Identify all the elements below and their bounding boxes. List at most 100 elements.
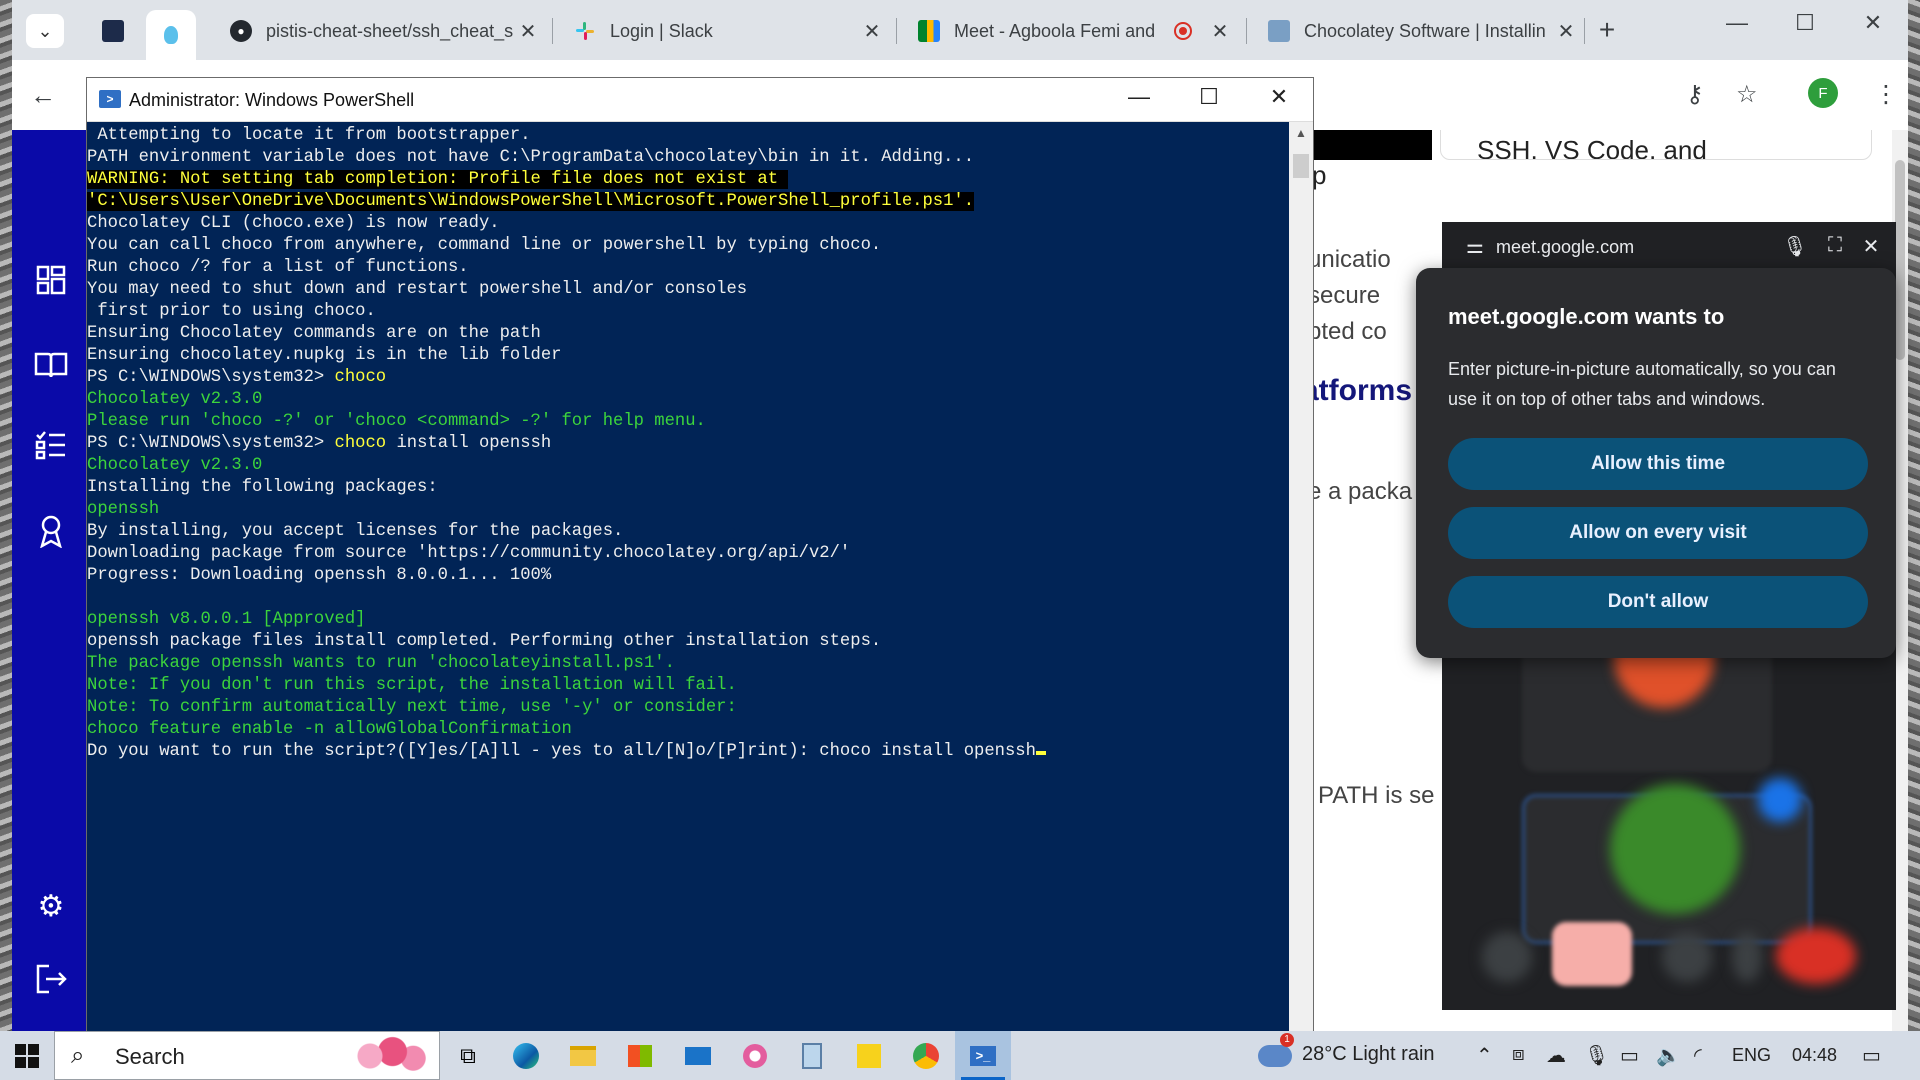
console-line: Installing the following packages: [87, 478, 438, 497]
console-line: Downloading package from source 'https:/… [87, 544, 851, 563]
bookmark-star-icon[interactable]: ☆ [1736, 80, 1758, 109]
minimize-button[interactable]: — [1109, 84, 1169, 110]
page-article-card[interactable]: SSH, VS Code, and [1440, 130, 1872, 160]
book-icon[interactable] [34, 350, 68, 384]
console-line: Chocolatey v2.3.0 [87, 456, 263, 475]
tab-divider [1584, 18, 1585, 44]
console-line: Chocolatey CLI (choco.exe) is now ready. [87, 214, 500, 233]
notepad-icon[interactable] [784, 1031, 840, 1080]
pinned-tab-1[interactable] [88, 10, 138, 52]
minimize-button[interactable]: — [1712, 10, 1762, 36]
console-line: openssh [87, 500, 160, 519]
chevron-down-icon: ⌄ [37, 20, 53, 41]
page-text-snippet: pted co [1308, 318, 1387, 345]
command-name: choco [334, 434, 387, 453]
tab-github[interactable]: ● pistis-cheat-sheet/ssh_cheat_s ✕ [216, 10, 542, 52]
powershell-icon: > [99, 90, 121, 108]
window-title: Administrator: Windows PowerShell [129, 90, 415, 110]
end-call-icon[interactable] [1776, 928, 1856, 984]
maximize-button[interactable]: ☐ [1780, 10, 1830, 36]
console-scrollbar[interactable]: ▲ [1289, 122, 1313, 1032]
microphone-icon[interactable]: 🎙 [1780, 234, 1810, 259]
maximize-button[interactable]: ☐ [1179, 84, 1239, 110]
console-line: Attempting to locate it from bootstrappe… [87, 126, 531, 145]
close-icon[interactable]: ✕ [1856, 234, 1886, 259]
start-button[interactable] [0, 1031, 54, 1080]
search-highlight-illustration [343, 1034, 433, 1078]
pinned-tab-active[interactable] [146, 10, 196, 60]
console-line: 'C:\Users\User\OneDrive\Documents\Window… [87, 191, 1289, 213]
site-settings-icon[interactable]: ⚌ [1460, 234, 1490, 259]
volume-icon[interactable]: 🔈 [1656, 1043, 1681, 1068]
edge-browser-icon[interactable] [498, 1031, 554, 1080]
tab-close-icon[interactable]: ✕ [1552, 19, 1580, 44]
tab-chocolatey[interactable]: Chocolatey Software | Installin ✕ [1254, 10, 1580, 52]
powershell-taskbar-icon[interactable]: >_ [955, 1031, 1011, 1080]
page-text-snippet: secure [1308, 282, 1381, 309]
tab-meet[interactable]: Meet - Agboola Femi and ✕ [904, 10, 1234, 52]
speaking-indicator [1758, 778, 1802, 822]
mic-toggle-icon[interactable] [1482, 932, 1532, 982]
console-line: You may need to shut down and restart po… [87, 280, 748, 299]
battery-icon[interactable]: ▭ [1620, 1043, 1639, 1068]
taskbar-search-box[interactable]: ⌕ Search [54, 1031, 440, 1080]
raise-hand-icon[interactable] [1662, 932, 1712, 982]
tab-close-icon[interactable]: ✕ [514, 19, 542, 44]
allow-this-time-button[interactable]: Allow this time [1448, 438, 1868, 490]
tab-title: pistis-cheat-sheet/ssh_cheat_s [266, 20, 514, 41]
scrollbar-thumb[interactable] [1895, 160, 1905, 360]
award-ribbon-icon[interactable] [34, 514, 68, 549]
microphone-in-use-icon[interactable]: 🎙 [1584, 1043, 1609, 1068]
notifications-icon[interactable]: ▭ [1862, 1043, 1881, 1068]
desktop-wallpaper-left [0, 0, 12, 1031]
show-hidden-icons-icon[interactable]: ⌃ [1476, 1043, 1493, 1068]
allow-every-visit-button[interactable]: Allow on every visit [1448, 507, 1868, 559]
itunes-icon[interactable] [727, 1031, 783, 1080]
language-indicator[interactable]: ENG [1732, 1045, 1771, 1066]
console-line: choco feature enable -n allowGlobalConfi… [87, 720, 572, 739]
dashboard-icon[interactable] [34, 264, 68, 298]
task-view-icon[interactable]: ⧉ [440, 1031, 496, 1080]
chocolatey-icon [1268, 20, 1290, 42]
page-text-snippet: p [1312, 160, 1327, 190]
checklist-icon[interactable] [34, 430, 68, 464]
tab-title: Login | Slack [610, 20, 713, 41]
meet-now-icon[interactable]: ⧈ [1512, 1043, 1525, 1066]
close-window-button[interactable]: ✕ [1848, 10, 1898, 36]
dont-allow-button[interactable]: Don't allow [1448, 576, 1868, 628]
powershell-titlebar[interactable]: > Administrator: Windows PowerShell — ☐ … [87, 78, 1313, 122]
tab-search-dropdown[interactable]: ⌄ [26, 14, 64, 48]
password-key-icon[interactable]: ⚷ [1686, 80, 1704, 109]
back-arrow-icon[interactable]: ← [30, 80, 56, 111]
tab-close-icon[interactable]: ✕ [1206, 19, 1234, 44]
settings-gear-icon[interactable]: ⚙ [34, 890, 68, 924]
file-explorer-icon[interactable] [555, 1031, 611, 1080]
tab-slack[interactable]: Login | Slack ✕ [560, 10, 886, 52]
more-menu-icon[interactable]: ⋮ [1874, 80, 1898, 109]
scrollbar-thumb[interactable] [1293, 154, 1309, 178]
new-tab-button[interactable]: + [1590, 14, 1624, 46]
mail-icon[interactable] [670, 1031, 726, 1080]
tab-divider [896, 18, 897, 44]
pip-host: meet.google.com [1496, 237, 1635, 257]
onedrive-icon[interactable]: ☁ [1546, 1043, 1566, 1068]
tab-strip: ⌄ ● pistis-cheat-sheet/ssh_cheat_s ✕ Log… [12, 0, 1908, 60]
chrome-icon[interactable] [898, 1031, 954, 1080]
profile-avatar[interactable]: F [1808, 78, 1838, 108]
logout-icon[interactable] [34, 964, 68, 998]
clock[interactable]: 04:48 [1792, 1045, 1837, 1066]
close-button[interactable]: ✕ [1249, 84, 1309, 110]
powershell-window[interactable]: > Administrator: Windows PowerShell — ☐ … [86, 77, 1314, 1033]
sticky-notes-icon[interactable] [841, 1031, 897, 1080]
more-options-icon[interactable] [1732, 932, 1762, 982]
camera-toggle-icon[interactable] [1552, 922, 1632, 986]
back-to-tab-icon[interactable]: ⛶ [1820, 234, 1850, 257]
scroll-up-arrow-icon[interactable]: ▲ [1289, 126, 1313, 140]
microsoft-store-icon[interactable] [612, 1031, 668, 1080]
weather-text[interactable]: 28°C Light rain [1302, 1043, 1435, 1066]
wifi-icon[interactable]: ◜ [1694, 1043, 1702, 1068]
search-placeholder: Search [115, 1044, 185, 1069]
console-output[interactable]: Attempting to locate it from bootstrappe… [87, 122, 1289, 1032]
console-line: You can call choco from anywhere, comman… [87, 236, 882, 255]
tab-close-icon[interactable]: ✕ [858, 19, 886, 44]
